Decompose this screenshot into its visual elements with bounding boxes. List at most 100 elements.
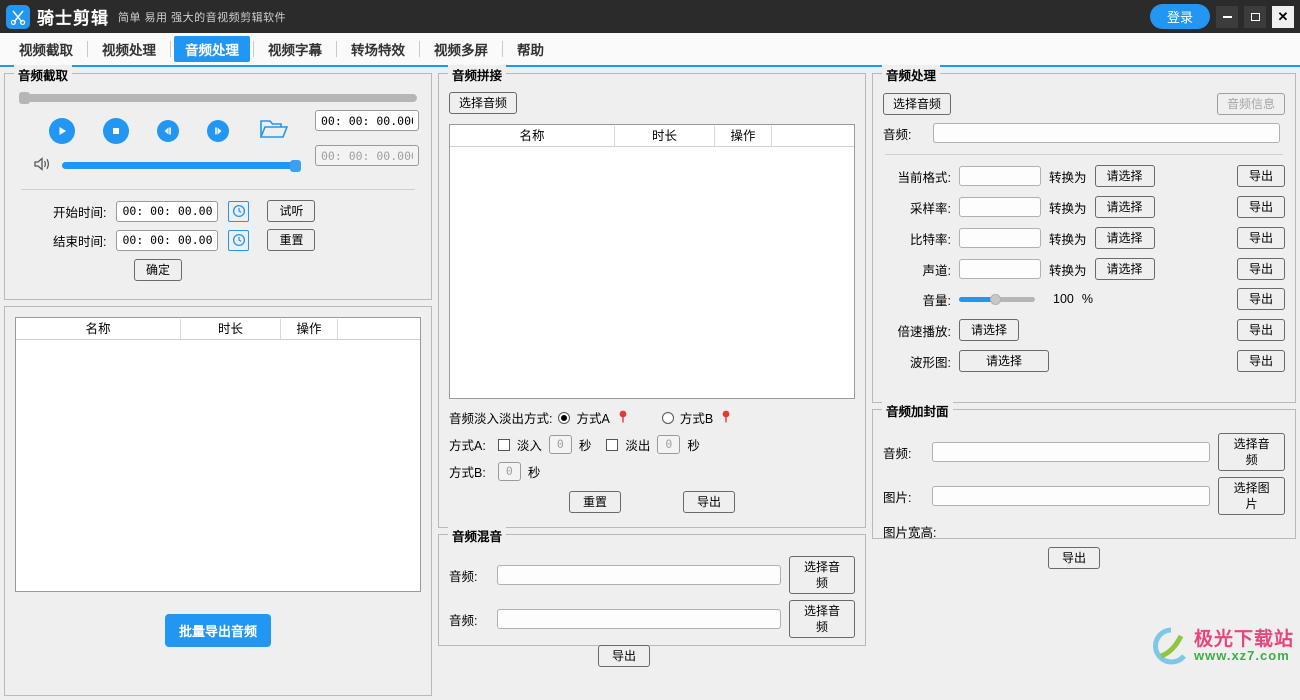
mix-select-audio2-button[interactable]: 选择音频 [789,600,855,638]
fade-mode-b-radio[interactable] [661,411,674,424]
cover-export-button[interactable]: 导出 [1048,547,1100,569]
login-button[interactable]: 登录 [1149,4,1210,29]
fade-out-seconds-input[interactable] [657,435,681,454]
convert-row: 当前格式: 转换为 请选择 导出 [883,165,1285,187]
preview-button[interactable]: 试听 [267,200,316,222]
column-header: 操作 [281,318,338,339]
capture-table: 名称 时长 操作 [15,317,421,592]
playback-progress-slider[interactable] [19,92,417,104]
splice-select-audio-button[interactable]: 选择音频 [449,92,518,114]
volume-slider[interactable] [62,159,301,172]
convert-export-button[interactable]: 导出 [1237,165,1285,187]
volume-icon [33,156,53,175]
mix-audio2-input[interactable] [497,609,782,629]
app-title: 骑士剪辑 [37,9,109,28]
current-time-input[interactable] [315,110,419,131]
convert-select-button[interactable]: 请选择 [1094,258,1155,280]
convert-select-button[interactable]: 请选择 [1094,227,1155,249]
convert-to-label: 转换为 [1049,263,1087,278]
cover-audio-label: 音频: [883,446,912,461]
mix-select-audio1-button[interactable]: 选择音频 [789,556,855,594]
cover-image-input[interactable] [931,486,1211,506]
splice-export-button[interactable]: 导出 [683,491,735,513]
splice-table-header: 名称 时长 操作 [450,125,854,147]
stop-button[interactable] [103,117,129,144]
convert-export-button[interactable]: 导出 [1237,227,1285,249]
batch-export-audio-button[interactable]: 批量导出音频 [164,614,271,647]
waveform-export-button[interactable]: 导出 [1237,350,1285,372]
mix-audio1-label: 音频: [449,569,478,584]
splice-reset-button[interactable]: 重置 [569,491,621,513]
mix-export-button[interactable]: 导出 [598,645,650,667]
fade-mode-a-radio[interactable] [558,411,571,424]
forward-button[interactable] [207,119,229,142]
cover-select-image-button[interactable]: 选择图片 [1218,477,1285,515]
rewind-button[interactable] [157,119,179,142]
mix-audio1-input[interactable] [497,565,782,585]
help-pin-icon[interactable] [721,410,731,426]
waveform-select-button[interactable]: 请选择 [959,350,1049,372]
audio-capture-panel: 音频截取 00: 00: 00.000 00: 00: 00.000 开始时间:… [4,65,432,300]
nav-separator [502,41,503,57]
fade-out-unit: 秒 [687,439,700,453]
fade-out-checkbox[interactable] [606,438,619,451]
close-icon[interactable]: ✕ [1272,5,1294,28]
main-nav: 视频截取 视频处理 音频处理 视频字幕 转场特效 视频多屏 帮助 [0,33,1300,67]
speed-export-button[interactable]: 导出 [1237,319,1285,341]
start-time-input[interactable] [116,200,219,222]
convert-row-label: 当前格式: [897,170,951,185]
audio-splice-title: 音频拼接 [448,65,507,84]
audio-info-button[interactable]: 音频信息 [1216,93,1285,115]
process-volume-slider[interactable] [959,293,1035,305]
scissors-icon [6,4,30,29]
volume-value: 100 [1053,292,1074,306]
clock-icon[interactable] [228,200,250,222]
audio-splice-panel: 音频拼接 选择音频 名称 时长 操作 音频淡入淡出方式: 方式A 方式B 方式A… [438,65,866,528]
audio-mix-title: 音频混音 [448,526,507,545]
convert-row-value[interactable] [959,228,1041,248]
nav-item-4[interactable]: 转场特效 [340,36,416,62]
confirm-button[interactable]: 确定 [134,259,182,281]
convert-export-button[interactable]: 导出 [1237,196,1285,218]
fade-in-label: 淡入 [516,439,542,453]
convert-export-button[interactable]: 导出 [1237,258,1285,280]
window-controls: 登录 ✕ [1149,4,1294,29]
nav-item-5[interactable]: 视频多屏 [423,36,499,62]
mode-b-seconds-input[interactable] [497,462,521,481]
clock-icon[interactable] [228,229,250,251]
column-header: 名称 [450,125,615,146]
fade-in-checkbox[interactable] [497,438,510,451]
minimize-icon[interactable] [1216,5,1238,28]
speed-select-button[interactable]: 请选择 [959,319,1019,341]
volume-export-button[interactable]: 导出 [1237,288,1285,310]
fade-in-seconds-input[interactable] [548,435,572,454]
process-select-audio-button[interactable]: 选择音频 [883,93,952,115]
folder-open-icon[interactable] [259,117,289,144]
help-pin-icon[interactable] [618,410,628,426]
convert-select-button[interactable]: 请选择 [1094,165,1155,187]
nav-item-2[interactable]: 音频处理 [174,36,250,62]
end-time-input[interactable] [116,229,219,251]
maximize-icon[interactable] [1244,5,1266,28]
waveform-label: 波形图: [910,355,951,370]
nav-item-0[interactable]: 视频截取 [8,36,84,62]
nav-item-1[interactable]: 视频处理 [91,36,167,62]
process-audio-label: 音频: [883,127,912,142]
process-audio-input[interactable] [933,123,1280,143]
cover-select-audio-button[interactable]: 选择音频 [1218,433,1285,471]
convert-row-label: 声道: [922,263,951,278]
convert-row-value[interactable] [959,197,1041,217]
mode-b-unit: 秒 [527,466,541,480]
start-time-label: 开始时间: [53,205,107,220]
fade-mode-label: 音频淡入淡出方式: [449,412,553,426]
reset-button[interactable]: 重置 [267,229,316,251]
title-bar: 骑士剪辑 简单 易用 强大的音视频剪辑软件 登录 ✕ [0,0,1300,33]
convert-row-value[interactable] [959,259,1041,279]
nav-item-3[interactable]: 视频字幕 [257,36,333,62]
cover-audio-input[interactable] [931,442,1211,462]
nav-item-6[interactable]: 帮助 [506,36,555,62]
divider [21,189,415,190]
convert-select-button[interactable]: 请选择 [1094,196,1155,218]
convert-row-value[interactable] [959,166,1041,186]
play-button[interactable] [49,117,75,144]
